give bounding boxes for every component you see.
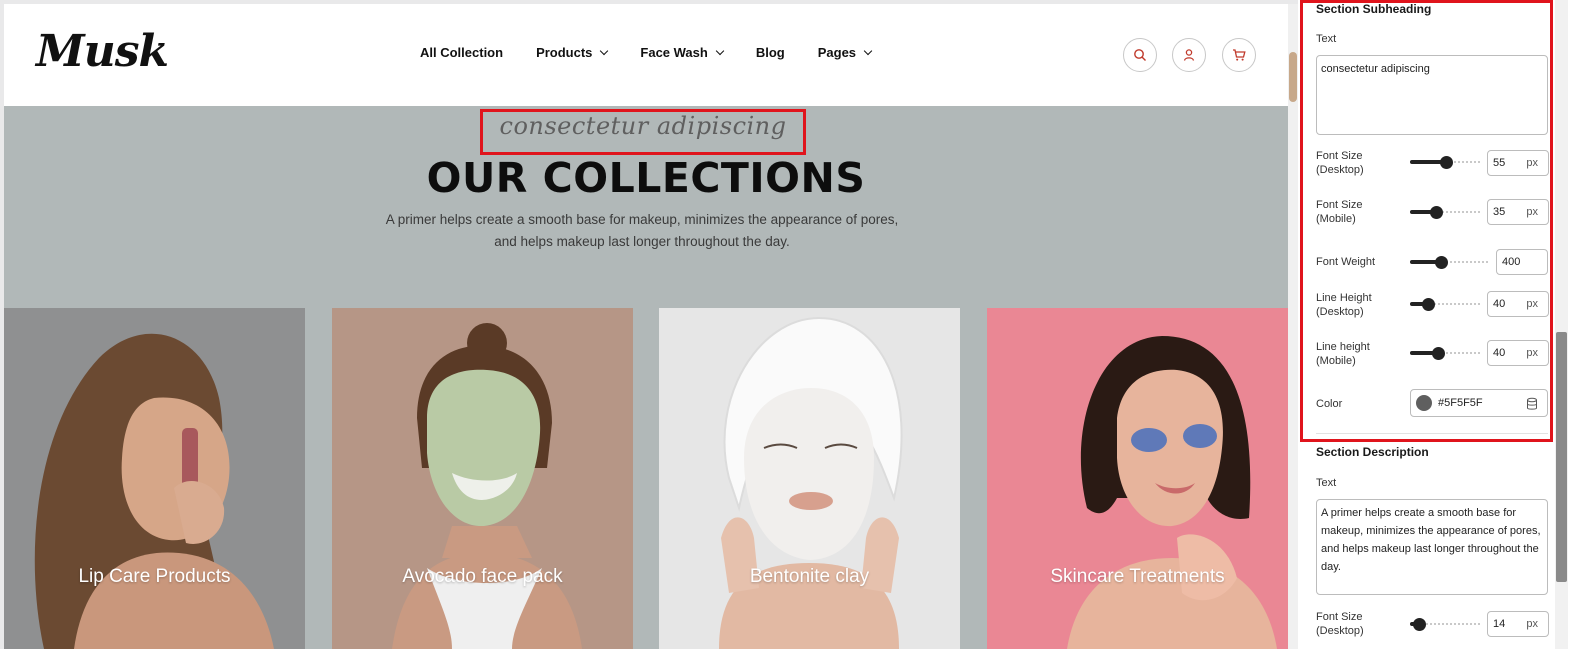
font-size-desktop-label: Font Size (Desktop) [1316, 150, 1364, 176]
main-nav: All Collection Products Face Wash Blog P… [420, 45, 904, 60]
slider-knob[interactable] [1429, 206, 1443, 219]
collection-card[interactable]: Avocado face pack [332, 308, 633, 649]
unit-label: px [1526, 347, 1538, 359]
description-font-size-desktop-label: Font Size (Desktop) [1316, 611, 1364, 637]
description-text-field[interactable]: A primer helps create a smooth base for … [1316, 499, 1548, 595]
nav-label: Blog [755, 45, 785, 60]
line-height-mobile-slider[interactable] [1410, 347, 1480, 360]
subheading-text-field[interactable]: consectetur adipiscing [1316, 55, 1548, 135]
nav-label: Products [536, 45, 593, 60]
input-value: 400 [1502, 256, 1521, 268]
collection-card[interactable]: Lip Care Products [4, 308, 305, 649]
user-icon [1183, 49, 1195, 61]
font-weight-label: Font Weight [1316, 256, 1376, 268]
cart-icon [1233, 49, 1246, 61]
unit-label: px [1526, 206, 1538, 218]
site-logo[interactable]: Musk [36, 26, 169, 77]
unit-label: px [1526, 298, 1538, 310]
collection-image [4, 308, 305, 649]
font-weight-slider[interactable] [1410, 256, 1488, 269]
unit-label: px [1526, 618, 1538, 630]
chevron-down-icon [600, 46, 609, 55]
section-divider [1316, 433, 1548, 434]
collection-card[interactable]: Bentonite clay [659, 308, 960, 649]
section-title: OUR COLLECTIONS [426, 154, 866, 202]
color-picker-field[interactable]: #5F5F5F [1410, 389, 1548, 417]
font-size-mobile-slider[interactable] [1410, 206, 1480, 219]
collection-card-label: Skincare Treatments [1050, 566, 1225, 587]
nav-label: Face Wash [640, 45, 708, 60]
panel-scrollbar-thumb[interactable] [1556, 332, 1567, 582]
collection-image [659, 308, 960, 649]
selected-element-outline [480, 109, 806, 155]
description-font-size-desktop-slider[interactable] [1410, 618, 1480, 631]
collection-card-label: Bentonite clay [749, 566, 870, 587]
description-font-size-desktop-input[interactable]: 14 px [1487, 611, 1549, 637]
nav-label: Pages [817, 45, 857, 60]
nav-label: All Collection [420, 45, 504, 60]
line-height-desktop-label: Line Height (Desktop) [1316, 292, 1372, 318]
slider-knob[interactable] [1421, 298, 1435, 311]
panel-edge [1568, 0, 1596, 649]
input-value: 40 [1493, 347, 1506, 359]
font-size-mobile-input[interactable]: 35 px [1487, 199, 1549, 225]
preview-scrollbar-thumb[interactable] [1289, 52, 1297, 102]
search-button[interactable] [1123, 38, 1157, 72]
line-height-desktop-slider[interactable] [1410, 298, 1480, 311]
collection-image [987, 308, 1288, 649]
description-settings-title: Section Description [1316, 445, 1429, 459]
font-size-desktop-input[interactable]: 55 px [1487, 150, 1549, 176]
collection-card-label: Avocado face pack [402, 566, 563, 587]
slider-knob[interactable] [1413, 618, 1427, 631]
section-description: A primer helps create a smooth base for … [385, 212, 899, 249]
collection-card[interactable]: Skincare Treatments [987, 308, 1288, 649]
storefront-preview: Musk All Collection Products Face Wash B… [4, 4, 1288, 649]
nav-item-blog[interactable]: Blog [756, 45, 785, 60]
nav-item-products[interactable]: Products [536, 45, 609, 60]
input-value: 35 [1493, 206, 1506, 218]
account-button[interactable] [1172, 38, 1206, 72]
nav-item-pages[interactable]: Pages [817, 45, 873, 60]
description-text-label: Text [1316, 477, 1337, 489]
collection-card-label: Lip Care Products [78, 566, 231, 587]
slider-knob[interactable] [1435, 256, 1449, 269]
color-value: #5F5F5F [1438, 397, 1483, 409]
line-height-desktop-input[interactable]: 40 px [1487, 291, 1549, 317]
font-size-mobile-label: Font Size (Mobile) [1316, 199, 1363, 225]
site-header: Musk All Collection Products Face Wash B… [4, 4, 1288, 106]
dynamic-source-icon[interactable] [1526, 397, 1538, 411]
nav-item-face-wash[interactable]: Face Wash [640, 45, 725, 60]
line-height-mobile-label: Line height (Mobile) [1316, 341, 1370, 367]
search-icon [1134, 49, 1146, 61]
chevron-down-icon [715, 46, 725, 55]
cart-button[interactable] [1222, 38, 1256, 72]
subheading-text-label: Text [1316, 33, 1337, 45]
nav-item-all-collection[interactable]: All Collection [420, 45, 503, 60]
slider-knob[interactable] [1440, 156, 1454, 169]
input-value: 40 [1493, 298, 1506, 310]
font-weight-input[interactable]: 400 [1496, 249, 1548, 275]
subheading-settings-title: Section Subheading [1316, 2, 1432, 16]
slider-knob[interactable] [1432, 347, 1445, 360]
collection-cards: Lip Care Products Avocado face pack Bent… [4, 308, 1288, 649]
color-label: Color [1316, 398, 1343, 410]
collection-image [332, 308, 633, 649]
chevron-down-icon [863, 46, 873, 55]
line-height-mobile-input[interactable]: 40 px [1487, 340, 1549, 366]
unit-label: px [1526, 157, 1538, 169]
font-size-desktop-slider[interactable] [1410, 156, 1480, 169]
input-value: 55 [1493, 157, 1506, 169]
input-value: 14 [1493, 618, 1506, 630]
color-swatch[interactable] [1416, 395, 1432, 411]
